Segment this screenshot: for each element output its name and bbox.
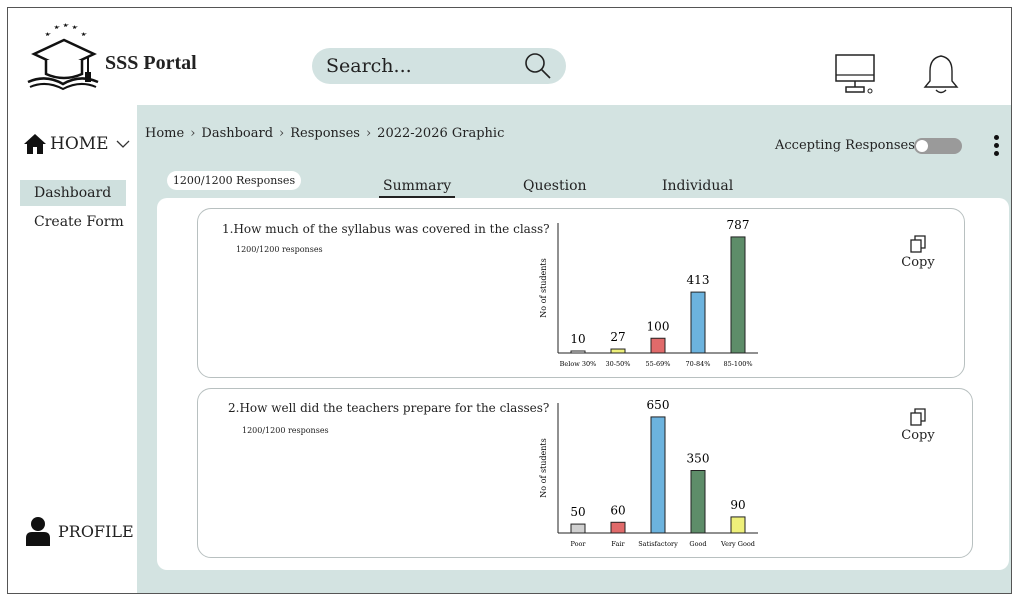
copy-button[interactable]: Copy <box>898 408 938 443</box>
chart-bar <box>610 348 626 354</box>
x-tick-label: Very Good <box>720 540 755 548</box>
copy-icon <box>910 235 926 253</box>
x-tick-label: Satisfactory <box>638 540 678 548</box>
x-tick-label: 85-100% <box>723 360 752 368</box>
monitor-icon[interactable] <box>834 53 878 95</box>
copy-label: Copy <box>901 255 935 270</box>
chart-bar <box>570 350 586 354</box>
top-bar: SSS Portal Search... <box>8 8 1011 106</box>
chart-bar <box>690 291 706 354</box>
chart-bar <box>570 523 586 534</box>
question-responses: 1200/1200 responses <box>242 426 329 435</box>
data-label: 50 <box>570 505 585 519</box>
data-label: 787 <box>727 219 750 232</box>
graduation-cap-logo-icon <box>27 23 99 91</box>
main-content: Home › Dashboard › Responses › 2022-2026… <box>137 105 1011 593</box>
question-responses: 1200/1200 responses <box>236 245 323 254</box>
copy-icon <box>910 408 926 426</box>
chart-bar <box>730 236 746 354</box>
question-title: 1.How much of the syllabus was covered i… <box>222 222 550 236</box>
breadcrumb-dashboard[interactable]: Dashboard <box>201 126 273 141</box>
data-label: 90 <box>730 498 745 512</box>
tab-question[interactable]: Question <box>523 178 587 194</box>
data-label: 413 <box>687 273 710 287</box>
breadcrumb-current: 2022-2026 Graphic <box>377 126 505 141</box>
question-card: 1.How much of the syllabus was covered i… <box>197 208 965 378</box>
data-label: 10 <box>570 332 585 346</box>
x-tick-label: Good <box>689 540 706 548</box>
chart-bar <box>650 416 666 534</box>
chart-bar <box>610 521 626 534</box>
bar-chart: No of students 50 Poor 60 Fair 650 Satisfactor… <box>539 399 758 548</box>
sidebar-home[interactable]: HOME <box>24 134 135 154</box>
data-label: 27 <box>610 330 625 344</box>
home-label: HOME <box>50 134 109 154</box>
tab-individual[interactable]: Individual <box>662 178 733 194</box>
accepting-responses-label: Accepting Responses <box>775 138 915 153</box>
breadcrumb: Home › Dashboard › Responses › 2022-2026… <box>145 126 504 141</box>
accepting-responses-toggle[interactable] <box>914 138 962 154</box>
x-tick-label: Poor <box>570 540 586 548</box>
x-tick-label: Below 30% <box>560 360 597 368</box>
x-tick-label: Fair <box>611 540 625 548</box>
chart-bar <box>650 337 666 354</box>
summary-panel: 1.How much of the syllabus was covered i… <box>157 198 1009 570</box>
x-tick-label: 70-84% <box>686 360 711 368</box>
data-label: 60 <box>610 503 625 517</box>
home-icon <box>24 134 46 154</box>
bar-chart: No of students 10 Below 30% 27 30-50% 100 55-6… <box>539 219 758 368</box>
toggle-knob <box>916 140 928 152</box>
data-label: 350 <box>687 452 710 466</box>
y-axis-label: No of students <box>539 258 548 317</box>
app-window: SSS Portal Search... HOME Dashboard Crea… <box>7 7 1012 594</box>
tab-summary[interactable]: Summary <box>378 178 456 198</box>
x-tick-label: 30-50% <box>606 360 631 368</box>
copy-label: Copy <box>901 428 935 443</box>
breadcrumb-responses[interactable]: Responses <box>290 126 360 141</box>
x-tick-label: 55-69% <box>646 360 671 368</box>
bell-icon[interactable] <box>922 53 960 95</box>
profile-label: PROFILE <box>58 521 134 541</box>
chart-bar <box>690 470 706 534</box>
y-axis-label: No of students <box>539 438 548 497</box>
chart-bar <box>730 516 746 534</box>
breadcrumb-separator-icon: › <box>190 126 196 141</box>
app-title: SSS Portal <box>105 52 197 74</box>
sidebar-profile[interactable]: PROFILE <box>26 516 134 546</box>
search-input[interactable]: Search... <box>326 55 412 77</box>
search-bar[interactable]: Search... <box>312 48 566 84</box>
user-icon <box>26 517 50 546</box>
question-card: 2.How well did the teachers prepare for … <box>197 388 973 558</box>
chevron-down-icon[interactable] <box>115 139 131 149</box>
sidebar-item-create-form[interactable]: Create Form <box>20 209 126 235</box>
breadcrumb-separator-icon: › <box>279 126 285 141</box>
responses-count-badge: 1200/1200 Responses <box>167 171 301 190</box>
breadcrumb-home[interactable]: Home <box>145 126 184 141</box>
search-icon[interactable] <box>524 52 552 80</box>
sidebar: HOME Dashboard Create Form PROFILE <box>8 105 137 593</box>
sidebar-item-dashboard[interactable]: Dashboard <box>20 180 126 206</box>
copy-button[interactable]: Copy <box>898 235 938 270</box>
data-label: 100 <box>647 319 670 333</box>
question-title: 2.How well did the teachers prepare for … <box>228 401 550 415</box>
more-options-icon[interactable] <box>994 135 1000 157</box>
breadcrumb-separator-icon: › <box>365 126 372 141</box>
data-label: 650 <box>647 399 670 412</box>
